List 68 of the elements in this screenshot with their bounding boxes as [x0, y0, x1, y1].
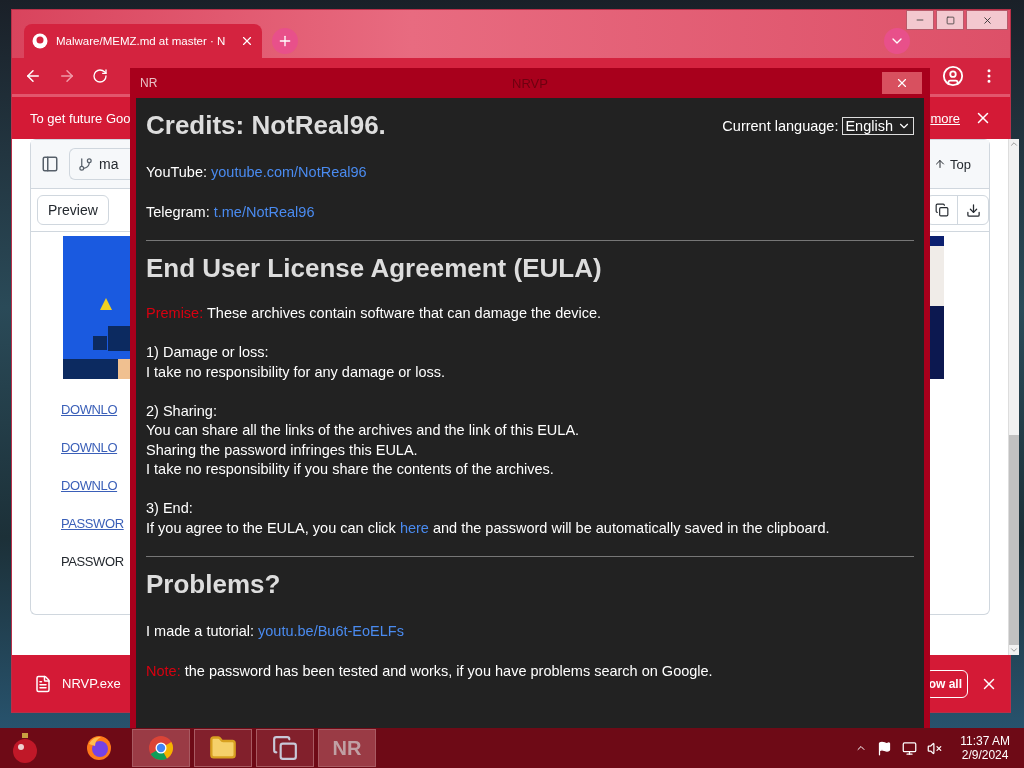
page-text: PASSWOR — [61, 554, 124, 569]
tab-title: Malware/MEMZ.md at master · N — [56, 35, 227, 47]
maximize-icon — [945, 15, 955, 25]
section-text: You can share all the links of the archives and the link of this EULA. — [146, 421, 581, 440]
section-text: I take no responsibility for any damage or loss. — [146, 362, 446, 382]
section-title: 2) Sharing: — [146, 401, 218, 421]
language-label: Current language: — [722, 117, 839, 134]
time-text: 11:37 AM — [960, 734, 1010, 748]
minimize-button[interactable] — [906, 10, 934, 30]
section-text: Sharing the password infringes this EULA. — [146, 440, 419, 460]
language-select[interactable]: English — [842, 116, 914, 135]
tutorial-link[interactable]: youtu.be/Bu6t-EoELFs — [258, 623, 404, 639]
tutorial-line: I made a tutorial: youtu.be/Bu6t-EoELFs — [146, 622, 405, 641]
heading: Problems? — [146, 569, 282, 600]
agree-link[interactable]: here — [399, 519, 429, 536]
close-icon — [981, 14, 993, 26]
note-text: Note: the password has been tested and works, if you have problems search on Google. — [146, 661, 714, 681]
taskbar-button[interactable] — [132, 729, 190, 767]
branch-icon — [78, 156, 93, 172]
info-link[interactable]: more — [930, 110, 960, 126]
mute-icon[interactable] — [927, 740, 943, 756]
start-button[interactable] — [10, 731, 40, 765]
branch-button[interactable]: ma — [69, 148, 130, 180]
preview-tab[interactable]: Preview — [37, 195, 109, 225]
download-link[interactable]: PASSWOR — [61, 516, 124, 531]
download-link[interactable]: DOWNLO — [61, 402, 118, 417]
taskbar-button[interactable] — [194, 729, 252, 767]
back-icon[interactable] — [24, 67, 42, 85]
new-tab-button[interactable] — [272, 28, 298, 54]
section-text: I take no responsibility if you share the contents of the archives. — [146, 460, 555, 479]
clock[interactable]: 11:37 AM 2/9/2024 — [960, 734, 1010, 762]
contact-link[interactable]: t.me/NotReal96 — [213, 203, 315, 220]
reload-icon[interactable] — [92, 68, 108, 84]
section-title: 3) End: — [146, 499, 194, 518]
side-panel-icon[interactable] — [41, 155, 59, 173]
app-label: NR — [332, 736, 362, 760]
copy-icon — [935, 203, 949, 217]
window-title: NRVP — [512, 75, 548, 91]
download-link[interactable]: DOWNLO — [61, 478, 118, 493]
close-icon[interactable] — [240, 34, 254, 48]
contact-link[interactable]: youtube.com/NotReal96 — [211, 164, 367, 180]
window-icon-label: NR — [140, 76, 158, 90]
section-text: If you agree to the EULA, you can click here and the password will be automatically saved in the clipboard. — [146, 518, 831, 538]
close-icon — [895, 76, 909, 90]
heading: Credits: NotReal96. — [146, 110, 386, 141]
firefox-icon — [85, 734, 113, 762]
download-icon — [965, 202, 981, 218]
profile-icon[interactable] — [942, 65, 964, 87]
date-text: 2/9/2024 — [961, 748, 1009, 762]
download-link[interactable]: DOWNLO — [61, 440, 118, 455]
premise-text: Premise: These archives contain software that can damage the device. — [146, 304, 603, 323]
arrow-up-icon — [934, 158, 946, 170]
file-icon — [34, 674, 52, 693]
flag-icon[interactable] — [877, 740, 893, 756]
contact-line: Telegram: t.me/NotReal96 — [146, 202, 316, 222]
plus-icon — [277, 33, 293, 49]
network-icon[interactable] — [902, 740, 918, 756]
heading: End User License Agreement (EULA) — [146, 253, 603, 284]
download-file-name[interactable]: NRVP.exe — [62, 676, 121, 691]
browser-tab[interactable]: Malware/MEMZ.md at master · N — [24, 24, 262, 58]
folder-icon — [209, 734, 237, 762]
contact-line: YouTube: youtube.com/NotReal96 — [146, 163, 368, 182]
maximize-button[interactable] — [936, 10, 964, 30]
info-text: To get future Goo — [30, 110, 131, 126]
taskbar-button[interactable] — [256, 729, 314, 767]
close-button[interactable] — [966, 10, 1008, 30]
chrome-icon — [147, 734, 175, 762]
section-title: 1) Damage or loss: — [146, 343, 270, 362]
